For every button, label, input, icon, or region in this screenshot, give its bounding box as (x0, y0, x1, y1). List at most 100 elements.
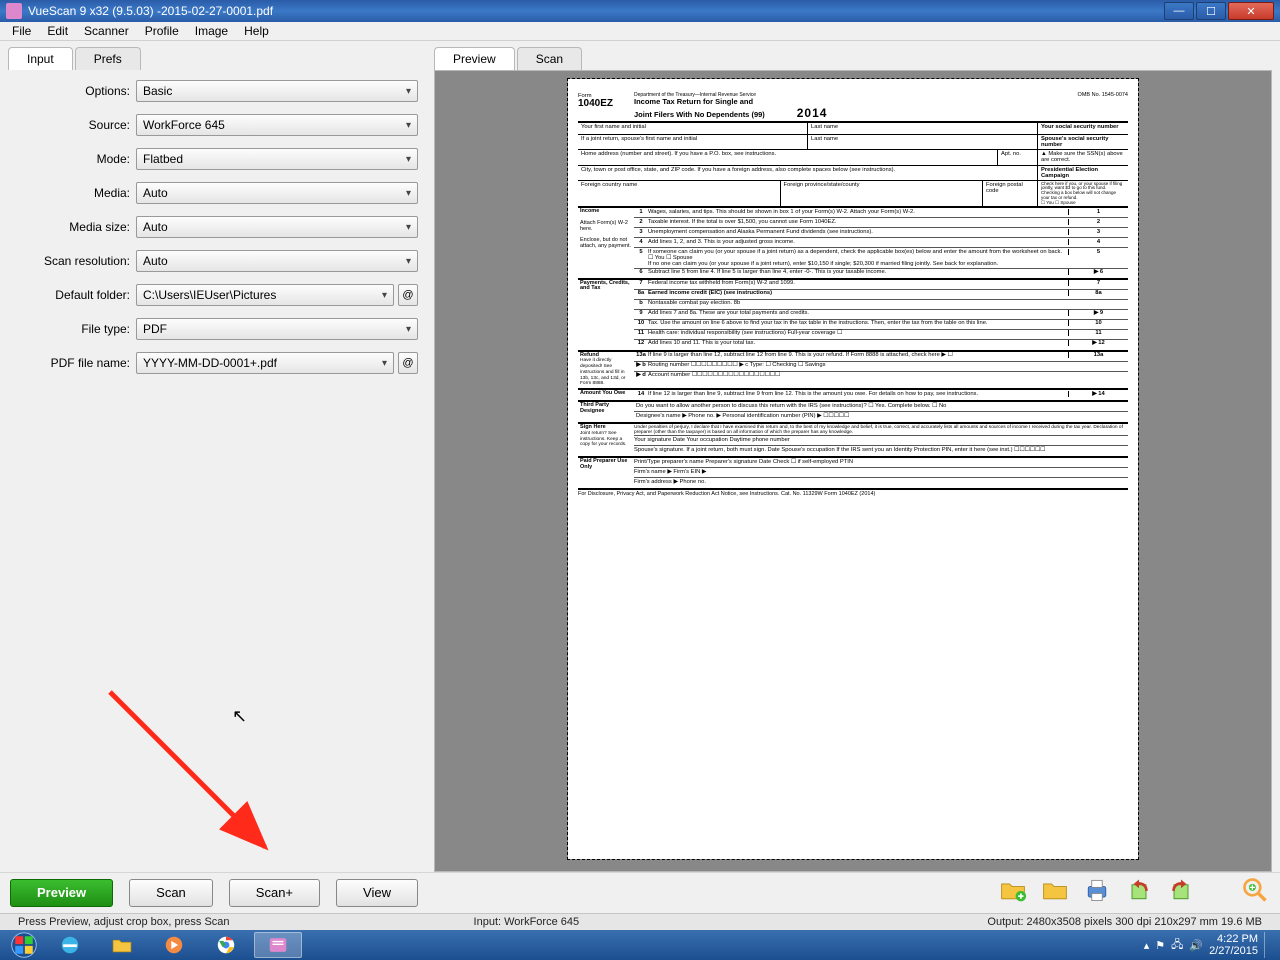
combo-folder[interactable]: C:\Users\IEUser\Pictures (136, 284, 394, 306)
start-button[interactable] (4, 930, 44, 960)
tray-chevron-icon[interactable]: ▴ (1144, 939, 1150, 952)
browse-folder-button[interactable]: @ (398, 284, 418, 306)
field-folder: Default folder: C:\Users\IEUser\Pictures… (14, 284, 418, 306)
label-scanres: Scan resolution: (14, 254, 136, 268)
combo-options[interactable]: Basic (136, 80, 418, 102)
bottom-toolbar: Preview Scan Scan+ View (0, 872, 1280, 913)
doc-sec-income: Income (580, 208, 599, 214)
tab-prefs[interactable]: Prefs (75, 47, 141, 70)
task-vuescan[interactable] (254, 932, 302, 958)
doc-l7: Federal income tax withheld from Form(s)… (648, 280, 1068, 286)
combo-mediasize[interactable]: Auto (136, 216, 418, 238)
doc-sec-refund: Refund (580, 352, 599, 358)
app-icon (6, 3, 22, 19)
tray-clock[interactable]: 4:22 PM 2/27/2015 (1209, 933, 1258, 957)
doc-sec-prep: Paid Preparer Use Only (580, 458, 627, 470)
titlebar[interactable]: VueScan 9 x32 (9.5.03) -2015-02-27-0001.… (0, 0, 1280, 22)
combo-scanres[interactable]: Auto (136, 250, 418, 272)
menu-image[interactable]: Image (187, 22, 236, 40)
doc-year: 2014 (797, 106, 828, 120)
field-options: Options: Basic (14, 80, 418, 102)
rotate-left-icon[interactable] (1124, 876, 1154, 909)
statusbar: Press Preview, adjust crop box, press Sc… (0, 913, 1280, 930)
label-filetype: File type: (14, 322, 136, 336)
doc-sec-tpd: Third Party Designee (580, 402, 609, 414)
task-explorer[interactable] (98, 932, 146, 958)
task-chrome[interactable] (202, 932, 250, 958)
tab-scan[interactable]: Scan (517, 47, 582, 70)
status-right: Output: 2480x3508 pixels 300 dpi 210x297… (975, 916, 1274, 928)
rotate-right-icon[interactable] (1166, 876, 1196, 909)
combo-source[interactable]: WorkForce 645 (136, 114, 418, 136)
doc-refund-side: Have it directly deposited! See instruct… (580, 358, 625, 386)
tab-input[interactable]: Input (8, 47, 73, 70)
left-panel: Input Prefs Options: Basic Source: WorkF… (8, 47, 424, 872)
doc-l10: Tax. Use the amount on line 6 above to f… (648, 320, 1068, 326)
browse-pdfname-button[interactable]: @ (398, 352, 418, 374)
doc-aptno: Apt. no. (998, 150, 1038, 164)
left-tabs: Input Prefs (8, 47, 424, 70)
tray-network-icon[interactable]: 🖧 (1171, 936, 1183, 955)
menu-edit[interactable]: Edit (39, 22, 76, 40)
menu-scanner[interactable]: Scanner (76, 22, 137, 40)
tab-preview[interactable]: Preview (434, 47, 515, 70)
doc-spouse-first: If a joint return, spouse's first name a… (578, 135, 808, 149)
show-desktop-button[interactable] (1264, 932, 1272, 958)
folder-add-icon[interactable] (998, 876, 1028, 909)
right-panel: Preview Scan Form 1040EZ Department of t… (434, 47, 1272, 872)
doc-l5: If someone can claim you (or your spouse… (648, 249, 1062, 255)
doc-sign-r2: Spouse's signature. If a joint return, b… (634, 447, 1128, 453)
doc-l8a: Earned income credit (EIC) (see instruct… (648, 290, 772, 296)
doc-foreign-ctry: Foreign country name (578, 181, 781, 207)
preview-button[interactable]: Preview (10, 879, 113, 907)
input-panel: Options: Basic Source: WorkForce 645 Mod… (8, 70, 424, 872)
folder-icon[interactable] (1040, 876, 1070, 909)
doc-l5c: If no one can claim you (or your spouse … (648, 261, 998, 267)
status-left: Press Preview, adjust crop box, press Sc… (6, 916, 242, 928)
doc-prep-r2: Firm's name ▶ Firm's EIN ▶ (634, 469, 1128, 475)
doc-prep-r1: Print/Type preparer's name Preparer's si… (634, 459, 1128, 465)
printer-icon[interactable] (1082, 876, 1112, 909)
doc-ssn-note: ▲ Make sure the SSN(s) above are correct… (1038, 150, 1128, 164)
tray-volume-icon[interactable]: 🔊 (1189, 939, 1203, 952)
doc-pec-title: Presidential Election Campaign (1041, 167, 1098, 179)
menu-help[interactable]: Help (236, 22, 277, 40)
combo-filetype[interactable]: PDF (136, 318, 418, 340)
label-pdfname: PDF file name: (14, 356, 136, 370)
task-media[interactable] (150, 932, 198, 958)
menubar: File Edit Scanner Profile Image Help (0, 22, 1280, 41)
close-button[interactable]: ✕ (1228, 2, 1274, 20)
doc-title1: Income Tax Return for Single and (634, 97, 753, 106)
app-window: VueScan 9 x32 (9.5.03) -2015-02-27-0001.… (0, 0, 1280, 930)
doc-attach: Attach Form(s) W-2 here. (580, 220, 628, 232)
field-filetype: File type: PDF (14, 318, 418, 340)
tray-flag-icon[interactable]: ⚑ (1155, 939, 1165, 952)
scanplus-button[interactable]: Scan+ (229, 879, 320, 907)
combo-pdfname[interactable]: YYYY-MM-DD-0001+.pdf (136, 352, 394, 374)
maximize-button[interactable]: ☐ (1196, 2, 1226, 20)
label-folder: Default folder: (14, 288, 136, 302)
menu-file[interactable]: File (4, 22, 39, 40)
doc-enclose: Enclose, but do not attach, any payment. (580, 237, 631, 249)
doc-l3: Unemployment compensation and Alaska Per… (648, 229, 1068, 235)
scan-button[interactable]: Scan (129, 879, 213, 907)
doc-tpd: Do you want to allow another person to d… (634, 403, 1128, 409)
doc-l6: Subtract line 5 from line 4. If line 5 i… (648, 269, 1068, 275)
doc-city: City, town or post office, state, and ZI… (578, 166, 1038, 180)
combo-mode[interactable]: Flatbed (136, 148, 418, 170)
minimize-button[interactable]: — (1164, 2, 1194, 20)
menu-profile[interactable]: Profile (137, 22, 187, 40)
field-source: Source: WorkForce 645 (14, 114, 418, 136)
combo-media[interactable]: Auto (136, 182, 418, 204)
view-button[interactable]: View (336, 879, 418, 907)
doc-spouse-last: Last name (808, 135, 1038, 149)
field-media: Media: Auto (14, 182, 418, 204)
doc-firstname: Your first name and initial (578, 123, 808, 134)
doc-l13b: Routing number ☐☐☐☐☐☐☐☐☐ ▶ c Type: ☐ Che… (648, 362, 1068, 368)
preview-area[interactable]: Form 1040EZ Department of the Treasury—I… (434, 70, 1272, 872)
label-options: Options: (14, 84, 136, 98)
system-tray[interactable]: ▴ ⚑ 🖧 🔊 4:22 PM 2/27/2015 (1144, 932, 1276, 958)
zoom-in-icon[interactable] (1240, 876, 1270, 909)
task-ie[interactable] (46, 932, 94, 958)
doc-l12: Add lines 10 and 11. This is your total … (648, 340, 1068, 346)
